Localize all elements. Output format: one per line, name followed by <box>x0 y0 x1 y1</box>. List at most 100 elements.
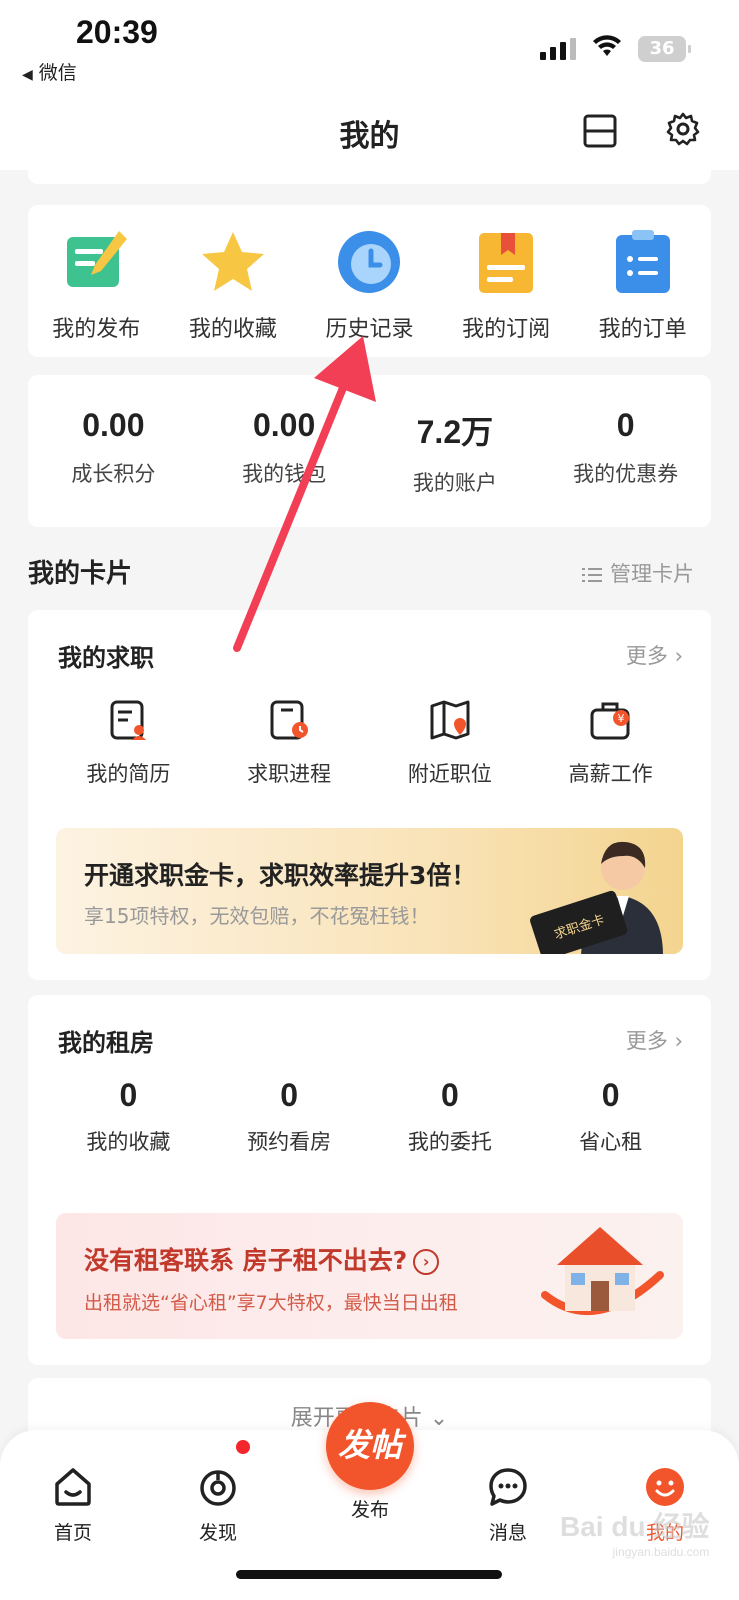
rent-banner-title-text: 没有租客联系 房子租不出去? <box>84 1246 408 1275</box>
rent-item-label: 省心租 <box>579 1130 643 1154</box>
baidu-watermark: Bai du 经验 jingyan.baidu.com <box>560 1505 709 1559</box>
scan-icon[interactable] <box>582 113 618 149</box>
job-item-label: 我的简历 <box>86 762 171 786</box>
bookmark-doc-icon <box>479 233 534 293</box>
resume-icon <box>110 700 147 740</box>
easy-rent-banner[interactable]: 没有租客联系 房子租不出去? › 出租就选“省心租”享7大特权，最快当日出租 <box>56 1213 683 1339</box>
quick-my-favorites[interactable]: 我的收藏 <box>173 227 293 343</box>
map-pin-icon <box>430 700 470 740</box>
stat-wallet[interactable]: 0.00 我的钱包 <box>209 407 359 527</box>
tab-label: 消息 <box>488 1522 527 1544</box>
stat-account[interactable]: 7.2万 我的账户 <box>380 407 530 527</box>
job-item-progress[interactable]: 求职进程 <box>214 698 364 788</box>
home-indicator[interactable] <box>236 1570 502 1579</box>
edit-note-icon <box>67 231 128 287</box>
job-card-title: 我的求职 <box>58 644 154 672</box>
job-item-label: 求职进程 <box>247 762 332 786</box>
page-header: 我的 <box>0 95 739 170</box>
stat-label: 我的优惠券 <box>573 462 679 486</box>
wifi-icon <box>593 35 621 56</box>
job-item-resume[interactable]: 我的简历 <box>53 698 203 788</box>
job-item-high-salary[interactable]: ¥ 高薪工作 <box>536 698 686 788</box>
stats-card: 0.00 成长积分 0.00 我的钱包 7.2万 我的账户 0 我的优惠券 <box>28 375 711 527</box>
job-banner-subtitle: 享15项特权，无效包赔，不花冤枉钱！ <box>84 904 430 928</box>
battery-indicator: 36 <box>638 36 691 62</box>
rent-item-value: 0 <box>440 1077 459 1113</box>
rent-more-link[interactable]: 更多 › <box>626 1025 683 1055</box>
rent-item-label: 我的委托 <box>407 1130 492 1154</box>
job-grid: 我的简历 求职进程 附近职位 ¥ 高薪工作 <box>28 698 711 788</box>
home-icon <box>55 1468 91 1506</box>
job-item-label: 高薪工作 <box>568 762 653 786</box>
stat-value: 0.00 <box>82 407 145 443</box>
rent-banner-title: 没有租客联系 房子租不出去? › <box>84 1241 440 1277</box>
rent-item-label: 我的收藏 <box>86 1130 171 1154</box>
manage-cards-label: 管理卡片 <box>610 562 694 586</box>
rent-item-value: 0 <box>119 1077 138 1113</box>
quick-orders[interactable]: 我的订单 <box>583 227 703 343</box>
job-item-nearby[interactable]: 附近职位 <box>375 698 525 788</box>
rent-item-favorites[interactable]: 0 我的收藏 <box>53 1077 203 1156</box>
quick-actions-card: 我的发布 我的收藏 历史记录 我的订阅 我的订单 <box>28 205 711 357</box>
stat-value: 0 <box>616 407 635 443</box>
job-item-label: 附近职位 <box>407 762 492 786</box>
tab-label: 首页 <box>53 1522 92 1544</box>
signal-icon <box>540 38 576 60</box>
quick-label: 历史记录 <box>325 317 414 342</box>
star-icon <box>201 232 264 291</box>
list-icon <box>582 568 602 582</box>
profile-icon <box>646 1468 684 1506</box>
page-title: 我的 <box>339 119 400 154</box>
my-cards-title: 我的卡片 <box>28 559 133 589</box>
rent-banner-subtitle: 出租就选“省心租”享7大特权，最快当日出租 <box>84 1292 458 1314</box>
settings-gear-icon[interactable] <box>665 111 701 147</box>
tab-home[interactable]: 首页 <box>33 1466 113 1545</box>
publish-post-button[interactable]: 发帖 <box>326 1402 414 1490</box>
rent-item-value: 0 <box>601 1077 620 1113</box>
profile-card-bottom <box>28 170 711 184</box>
rent-item-viewing[interactable]: 0 预约看房 <box>214 1077 364 1156</box>
quick-history[interactable]: 历史记录 <box>309 227 429 343</box>
job-card: 我的求职 更多 › 我的简历 求职进程 附近职位 ¥ 高薪工作 开通求职金卡，求… <box>28 610 711 980</box>
rent-card: 我的租房 更多 › 0 我的收藏 0 预约看房 0 我的委托 0 省心租 没有租… <box>28 995 711 1365</box>
job-gold-card-banner[interactable]: 开通求职金卡，求职效率提升3倍！ 享15项特权，无效包赔，不花冤枉钱！ 求职金卡 <box>56 828 683 954</box>
status-bar: 20:39 ◀ 微信 36 <box>0 0 739 95</box>
tab-messages[interactable]: 消息 <box>468 1466 548 1545</box>
job-banner-title: 开通求职金卡，求职效率提升3倍！ <box>84 861 477 890</box>
quick-label: 我的发布 <box>52 317 141 342</box>
back-app-label: 微信 <box>38 62 77 84</box>
quick-label: 我的收藏 <box>188 317 277 342</box>
back-arrow-icon: ◀ <box>22 67 33 83</box>
quick-label: 我的订阅 <box>462 317 551 342</box>
stat-value: 0.00 <box>252 407 316 443</box>
tab-discover[interactable]: 发现 <box>178 1466 258 1545</box>
back-to-app-link[interactable]: ◀ 微信 <box>22 58 77 85</box>
watermark-sub: jingyan.baidu.com <box>612 1545 710 1559</box>
message-icon <box>489 1468 527 1506</box>
briefcase-yen-icon: ¥ <box>590 702 630 740</box>
businessman-illustration: 求职金卡 <box>530 841 663 954</box>
discover-icon <box>200 1470 236 1506</box>
quick-my-posts[interactable]: 我的发布 <box>36 227 156 343</box>
rent-item-easy-rent[interactable]: 0 省心租 <box>536 1077 686 1156</box>
stat-value: 7.2万 <box>416 414 494 450</box>
house-illustration <box>541 1227 664 1315</box>
circle-arrow-icon: › <box>413 1249 440 1275</box>
rent-item-label: 预约看房 <box>247 1130 332 1154</box>
stat-growth-points[interactable]: 0.00 成长积分 <box>38 407 188 527</box>
rent-grid: 0 我的收藏 0 预约看房 0 我的委托 0 省心租 <box>28 1077 711 1156</box>
watermark-main: Bai du 经验 <box>560 1511 710 1542</box>
quick-subscriptions[interactable]: 我的订阅 <box>446 227 566 343</box>
progress-clock-icon <box>270 700 309 740</box>
stat-coupons[interactable]: 0 我的优惠券 <box>551 407 701 527</box>
stat-label: 我的钱包 <box>242 462 327 486</box>
quick-label: 我的订单 <box>598 317 687 342</box>
manage-cards-button[interactable]: 管理卡片 <box>582 558 694 588</box>
notification-dot <box>236 1440 250 1454</box>
tab-publish-label: 发布 <box>350 1499 389 1521</box>
rent-card-title: 我的租房 <box>58 1029 154 1057</box>
job-more-link[interactable]: 更多 › <box>626 640 683 670</box>
rent-item-entrust[interactable]: 0 我的委托 <box>375 1077 525 1156</box>
clock-icon <box>338 231 401 293</box>
rent-item-value: 0 <box>280 1077 299 1113</box>
